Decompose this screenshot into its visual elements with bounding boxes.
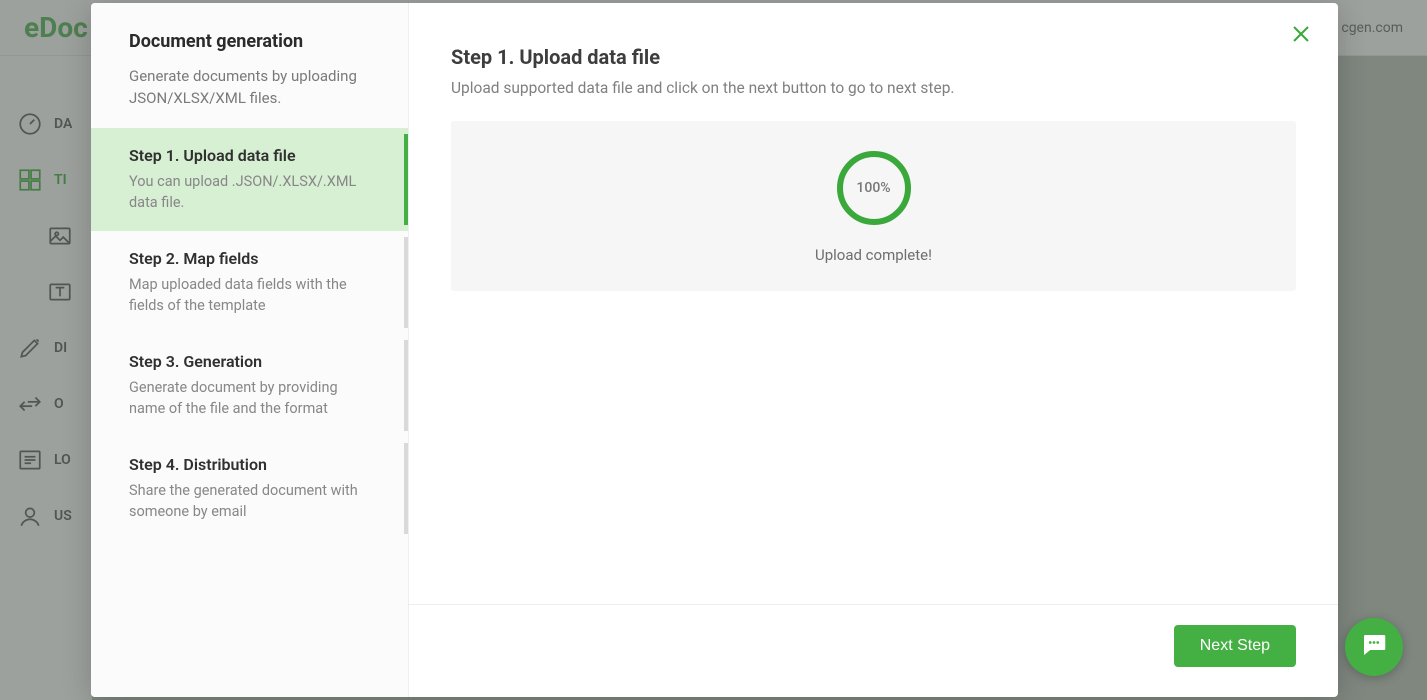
step-title: Step 2. Map fields — [129, 249, 370, 268]
step-description: You can upload .JSON/.XLSX/.XML data fil… — [129, 171, 370, 213]
step-generation[interactable]: Step 3. Generation Generate document by … — [91, 334, 408, 437]
upload-status-text: Upload complete! — [815, 246, 932, 264]
chat-fab[interactable] — [1345, 618, 1403, 676]
modal-description: Generate documents by uploading JSON/XLS… — [129, 66, 370, 110]
main-subtitle: Upload supported data file and click on … — [451, 79, 1296, 97]
next-step-button[interactable]: Next Step — [1174, 625, 1296, 667]
close-icon — [1289, 22, 1313, 50]
modal-right-panel: Step 1. Upload data file Upload supporte… — [409, 3, 1338, 697]
progress-ring: 100% — [834, 148, 914, 228]
modal-left-panel: Document generation Generate documents b… — [91, 3, 409, 697]
document-generation-modal: Document generation Generate documents b… — [91, 3, 1338, 697]
step-list: Step 1. Upload data file You can upload … — [91, 128, 408, 540]
modal-title: Document generation — [129, 31, 370, 52]
modal-footer: Next Step — [409, 604, 1338, 697]
step-title: Step 4. Distribution — [129, 455, 370, 474]
step-title: Step 1. Upload data file — [129, 146, 370, 165]
close-button[interactable] — [1286, 21, 1316, 51]
step-description: Generate document by providing name of t… — [129, 377, 370, 419]
step-upload-data-file[interactable]: Step 1. Upload data file You can upload … — [91, 128, 408, 231]
modal-left-header: Document generation Generate documents b… — [91, 3, 408, 128]
main-title: Step 1. Upload data file — [451, 45, 1296, 69]
step-distribution[interactable]: Step 4. Distribution Share the generated… — [91, 437, 408, 540]
step-map-fields[interactable]: Step 2. Map fields Map uploaded data fie… — [91, 231, 408, 334]
modal-body: Step 1. Upload data file Upload supporte… — [409, 3, 1338, 604]
progress-percent-label: 100% — [834, 148, 914, 228]
step-title: Step 3. Generation — [129, 352, 370, 371]
step-description: Share the generated document with someon… — [129, 480, 370, 522]
upload-zone[interactable]: 100% Upload complete! — [451, 121, 1296, 291]
chat-icon — [1359, 630, 1389, 664]
step-description: Map uploaded data fields with the fields… — [129, 274, 370, 316]
